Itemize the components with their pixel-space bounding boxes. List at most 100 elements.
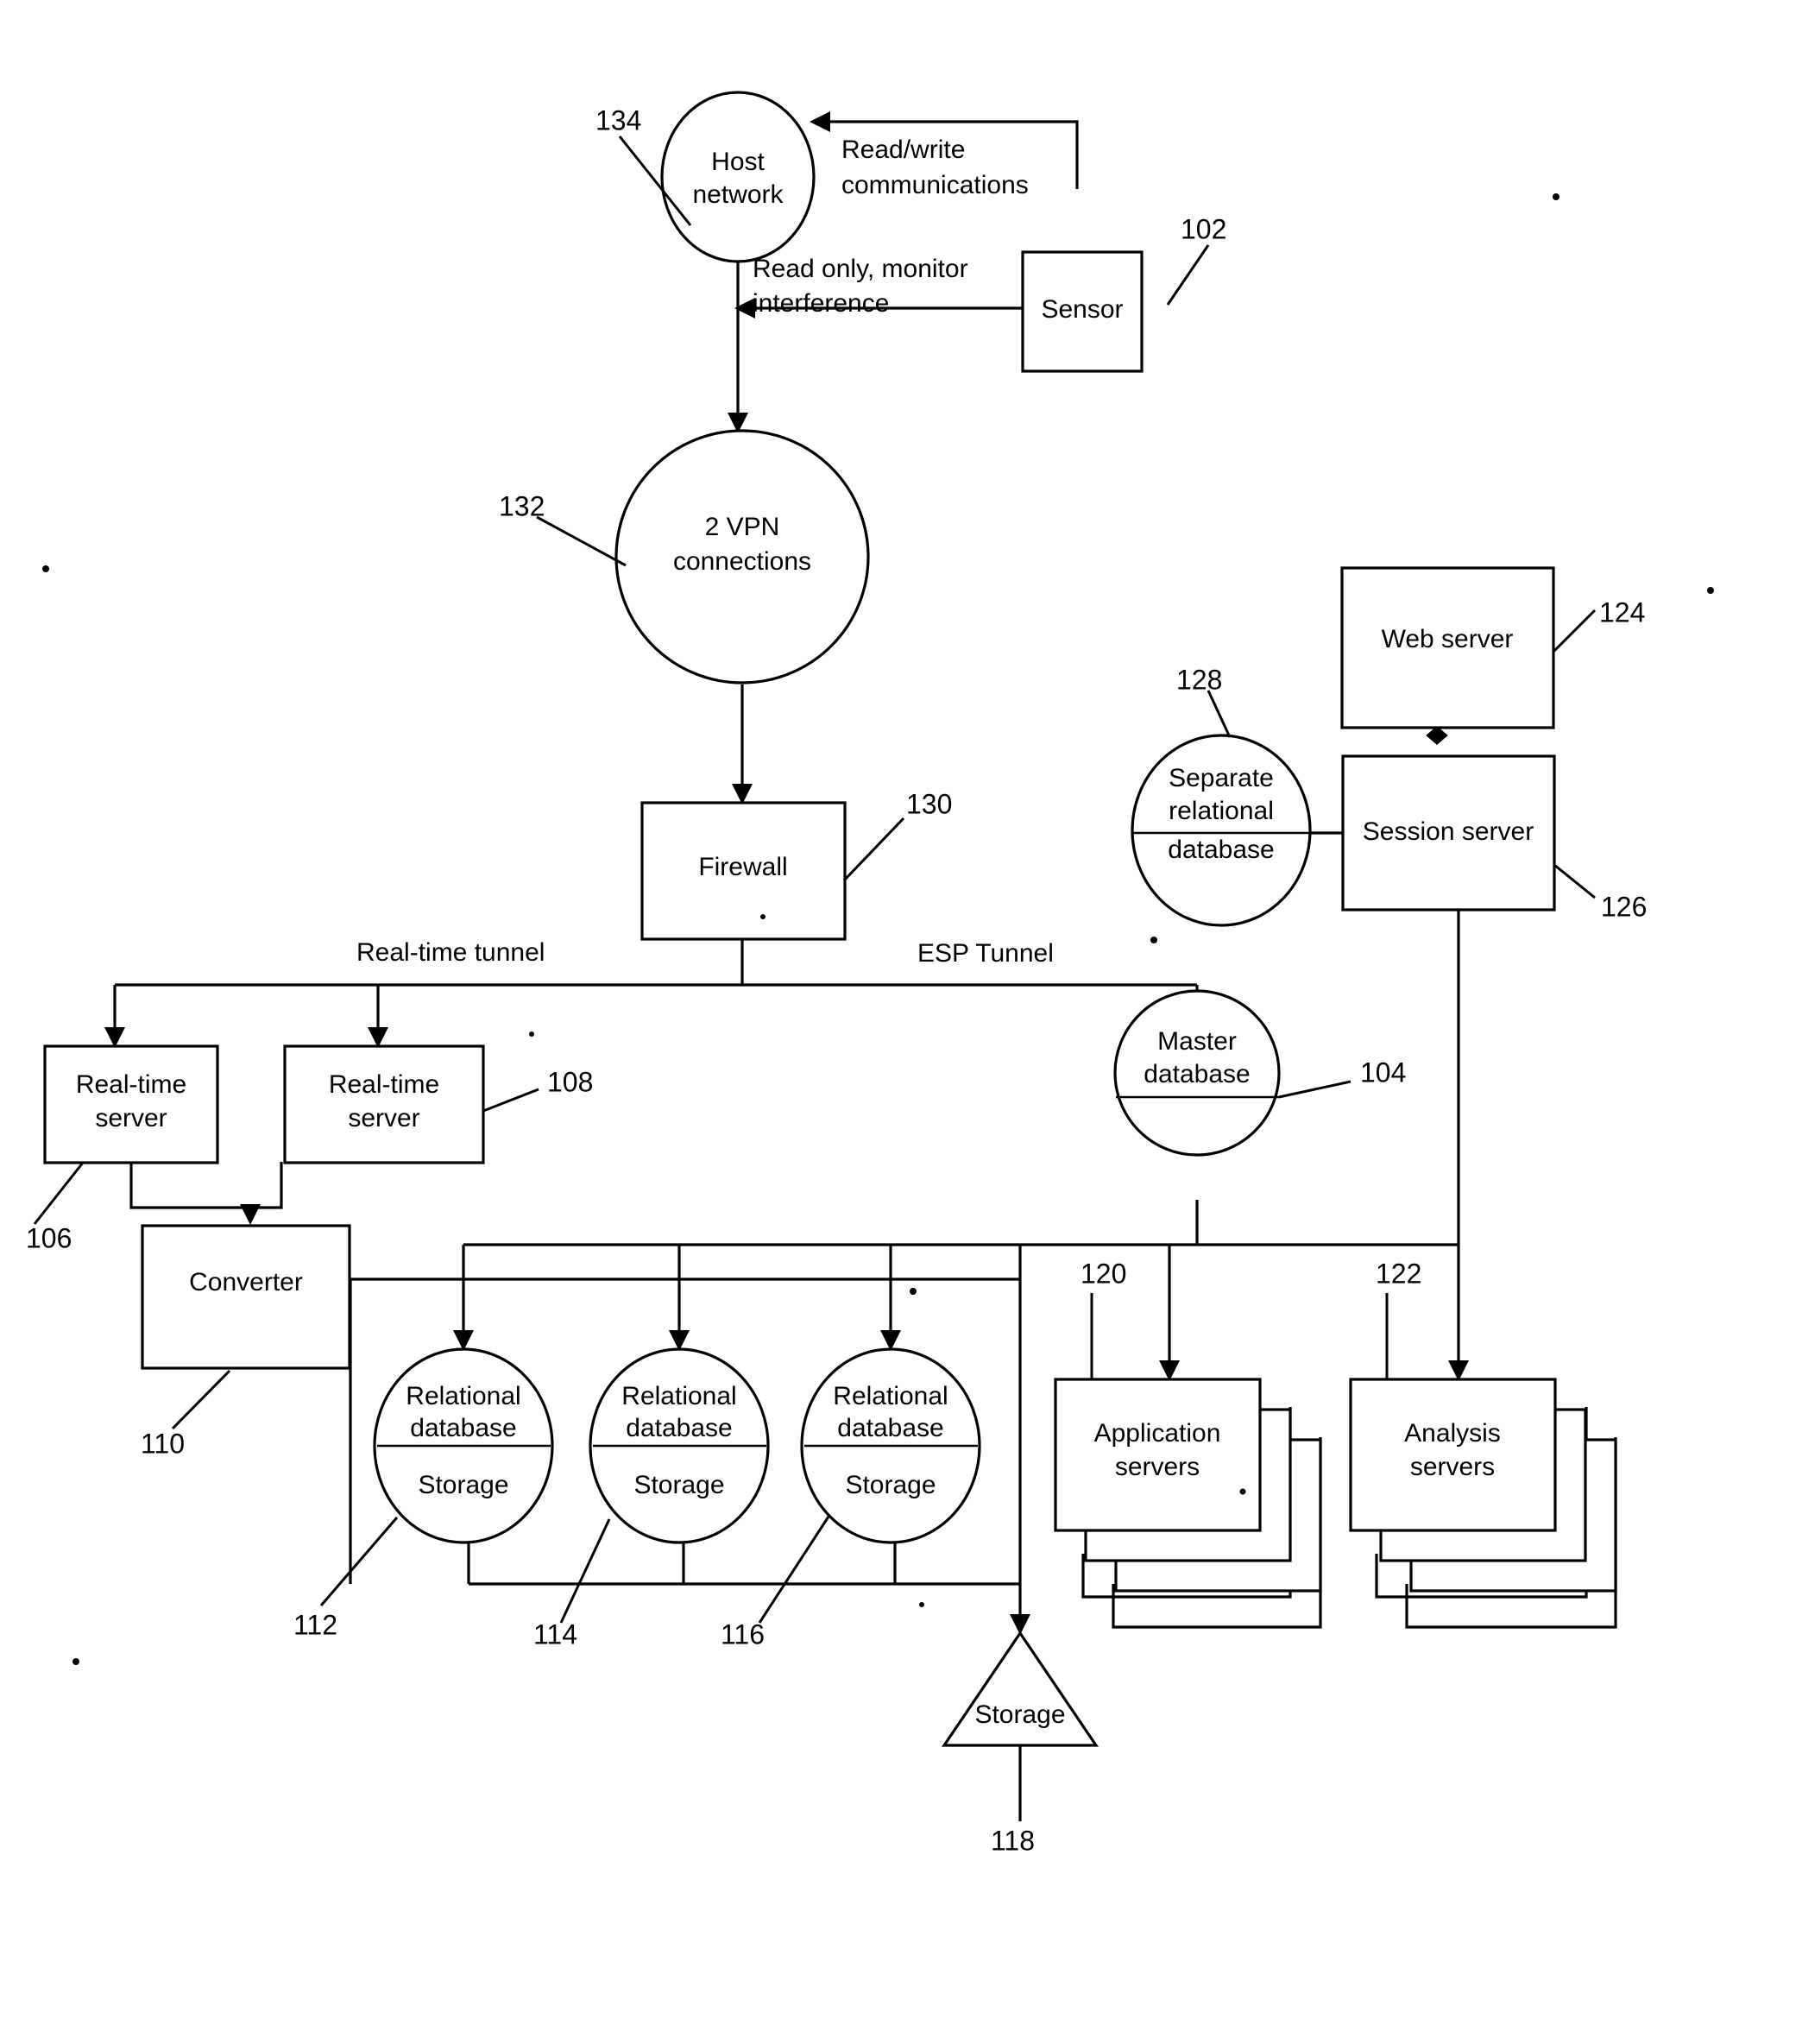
node-host-network[interactable]: Host network: [660, 91, 816, 263]
ref-number-112: 112: [293, 1609, 337, 1640]
print-speck: [529, 1031, 534, 1037]
analysis-servers-label-line2: servers: [1410, 1453, 1495, 1481]
node-analysis-servers[interactable]: Analysis servers: [1349, 1378, 1617, 1593]
print-speck: [919, 1602, 924, 1607]
ref-102: 102: [1166, 213, 1226, 306]
session-server-label: Session server: [1363, 817, 1534, 846]
separate-relational-database-label-line3: database: [1168, 836, 1274, 864]
separate-relational-database-label-line2: relational: [1169, 797, 1274, 825]
relational-database-3-label-line2: database: [837, 1414, 943, 1442]
application-servers-label-line2: servers: [1115, 1453, 1200, 1481]
real-time-tunnel-label: Real-time tunnel: [356, 938, 545, 967]
ref-number-106: 106: [26, 1222, 72, 1253]
esp-tunnel-label: ESP Tunnel: [917, 939, 1054, 968]
ref-number-130: 130: [906, 788, 952, 819]
analysis-servers-label-line1: Analysis: [1404, 1419, 1501, 1448]
relational-database-2-label-line2: database: [626, 1414, 732, 1442]
ref-126: 126: [1553, 863, 1647, 922]
relational-database-1-label-line1: Relational: [406, 1382, 520, 1410]
node-sensor[interactable]: Sensor: [1021, 250, 1144, 373]
node-application-servers[interactable]: Application servers: [1054, 1378, 1322, 1593]
relational-database-2-label-line3: Storage: [633, 1471, 724, 1499]
node-converter[interactable]: Converter: [141, 1224, 351, 1370]
ref-number-102: 102: [1181, 213, 1226, 244]
master-database-label-line2: database: [1144, 1060, 1250, 1088]
ref-number-120: 120: [1081, 1258, 1126, 1289]
firewall-label: Firewall: [698, 853, 787, 881]
read-only-label-line2: interference: [753, 289, 889, 318]
node-real-time-server-2[interactable]: Real-time server: [283, 1044, 485, 1164]
print-speck: [1553, 193, 1559, 200]
ref-132: 132: [499, 490, 627, 567]
node-separate-relational-database[interactable]: Separate relational database: [1131, 734, 1312, 927]
ref-128: 128: [1176, 664, 1232, 738]
host-network-label-line2: network: [692, 180, 784, 209]
real-time-server-2-label-line2: server: [348, 1104, 419, 1132]
relational-database-3-label-line1: Relational: [833, 1382, 948, 1410]
print-speck: [760, 914, 766, 919]
print-speck: [42, 565, 49, 572]
master-database-label-line1: Master: [1157, 1027, 1237, 1056]
ref-number-132: 132: [499, 490, 545, 521]
vpn-label-line1: 2 VPN: [705, 513, 780, 541]
patent-figure-canvas: Host network Sensor 2 VPN connections Fi…: [0, 0, 1802, 2044]
print-speck: [1239, 1488, 1246, 1495]
web-server-label: Web server: [1382, 625, 1514, 653]
real-time-server-2-label-line1: Real-time: [329, 1070, 439, 1099]
ref-120: 120: [1081, 1258, 1126, 1379]
ref-110: 110: [141, 1369, 231, 1459]
edge-realtime-server-2-to-converter: [250, 1162, 283, 1209]
print-speck: [1150, 937, 1157, 943]
ref-122: 122: [1376, 1258, 1421, 1379]
node-session-server[interactable]: Session server: [1341, 754, 1556, 912]
print-speck: [1707, 587, 1714, 594]
node-real-time-server-1[interactable]: Real-time server: [43, 1044, 219, 1164]
real-time-server-1-label-line1: Real-time: [76, 1070, 186, 1099]
node-storage-triangle[interactable]: Storage: [941, 1631, 1099, 1747]
print-speck: [910, 1288, 917, 1295]
vpn-label-line2: connections: [673, 547, 811, 576]
ref-number-118: 118: [991, 1825, 1035, 1856]
ref-106: 106: [26, 1162, 85, 1253]
ref-number-128: 128: [1176, 664, 1222, 695]
edge-label-read-write: Read/write communications: [841, 136, 1029, 199]
read-write-label-line2: communications: [841, 171, 1029, 199]
node-master-database[interactable]: Master database: [1113, 989, 1281, 1157]
ref-number-122: 122: [1376, 1258, 1421, 1289]
converter-label: Converter: [189, 1268, 303, 1296]
ref-number-108: 108: [547, 1066, 593, 1097]
edge-realtime-server-1-to-converter: [129, 1162, 250, 1209]
ref-number-104: 104: [1360, 1057, 1406, 1088]
node-relational-database-2[interactable]: Relational database Storage: [589, 1347, 770, 1544]
relational-database-1-label-line2: database: [410, 1414, 516, 1442]
ref-number-124: 124: [1599, 596, 1645, 628]
ref-number-116: 116: [721, 1618, 765, 1650]
ref-124: 124: [1552, 596, 1645, 653]
relational-database-3-label-line3: Storage: [845, 1471, 936, 1499]
relational-database-1-label-line3: Storage: [418, 1471, 508, 1499]
real-time-server-1-label-line2: server: [95, 1104, 167, 1132]
node-web-server[interactable]: Web server: [1340, 566, 1555, 729]
relational-database-2-label-line1: Relational: [621, 1382, 736, 1410]
separate-relational-database-label-line1: Separate: [1169, 764, 1274, 792]
application-servers-label-line1: Application: [1094, 1419, 1221, 1448]
ref-number-110: 110: [141, 1428, 185, 1459]
read-only-label-line1: Read only, monitor: [753, 255, 968, 283]
host-network-label-line1: Host: [711, 148, 765, 176]
ref-108: 108: [482, 1066, 593, 1113]
node-firewall[interactable]: Firewall: [640, 801, 847, 941]
ref-112: 112: [293, 1517, 399, 1640]
architecture-diagram-svg: Host network Sensor 2 VPN connections Fi…: [26, 91, 1714, 1856]
read-write-label-line1: Read/write: [841, 136, 965, 164]
ref-number-126: 126: [1601, 891, 1647, 922]
ref-130: 130: [842, 788, 952, 882]
ref-118: 118: [991, 1825, 1035, 1856]
ref-number-114: 114: [533, 1618, 577, 1650]
storage-label: Storage: [974, 1700, 1065, 1729]
print-speck: [72, 1658, 79, 1665]
ref-number-134: 134: [595, 104, 641, 136]
node-relational-database-3[interactable]: Relational database Storage: [800, 1347, 981, 1544]
node-vpn-connections[interactable]: 2 VPN connections: [614, 429, 870, 684]
ref-104: 104: [1278, 1057, 1406, 1099]
node-relational-database-1[interactable]: Relational database Storage: [373, 1347, 554, 1544]
